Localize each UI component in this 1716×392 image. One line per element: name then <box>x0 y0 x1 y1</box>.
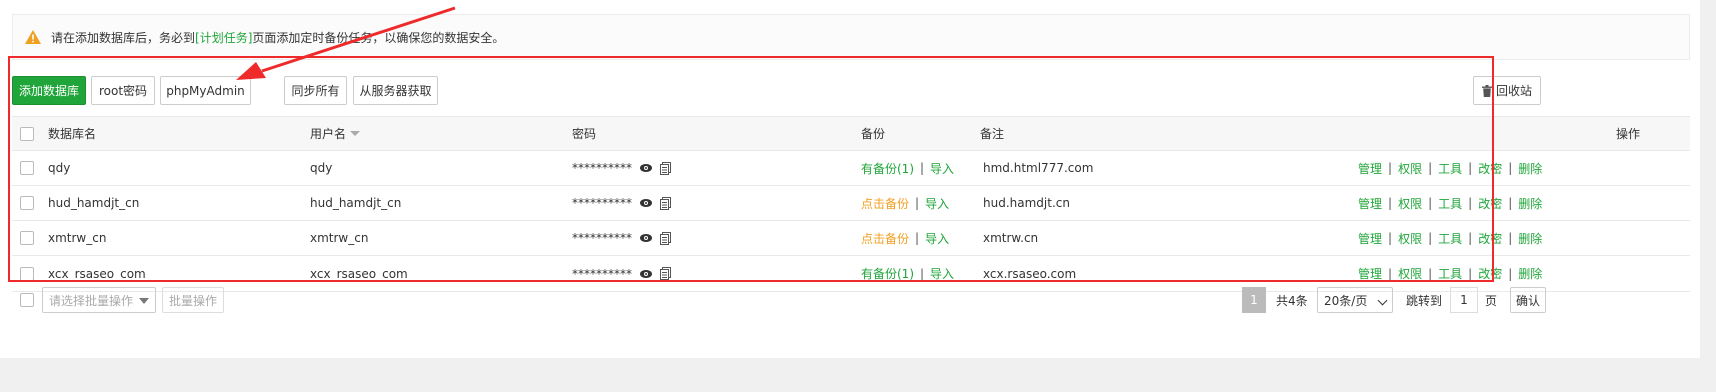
header-name[interactable]: 数据库名 <box>48 117 96 150</box>
manage-link[interactable]: 管理 <box>1358 230 1382 247</box>
header-user[interactable]: 用户名 <box>310 117 361 150</box>
header-ops: 操作 <box>1616 127 1641 141</box>
change-password-link[interactable]: 改密 <box>1478 160 1502 177</box>
root-password-button[interactable]: root密码 <box>91 76 155 105</box>
table-row: xmtrw_cn xmtrw_cn ********** 点击备份 | 导入 xmt… <box>12 221 1690 256</box>
manage-link[interactable]: 管理 <box>1358 160 1382 177</box>
db-user: hud_hamdjt_cn <box>310 196 402 210</box>
import-link[interactable]: 导入 <box>925 230 949 247</box>
backup-status[interactable]: 有备份(1) <box>861 265 914 282</box>
content-panel: 请在添加数据库后，务必到[计划任务]页面添加定时备份任务，以确保您的数据安全。 … <box>0 0 1700 358</box>
backup-status[interactable]: 有备份(1) <box>861 160 914 177</box>
permission-link[interactable]: 权限 <box>1398 230 1422 247</box>
manage-link[interactable]: 管理 <box>1358 265 1382 282</box>
tools-link[interactable]: 工具 <box>1438 230 1462 247</box>
db-password: ********** <box>572 231 632 245</box>
permission-link[interactable]: 权限 <box>1398 160 1422 177</box>
db-password: ********** <box>572 266 632 281</box>
fetch-from-server-button[interactable]: 从服务器获取 <box>353 76 438 105</box>
db-name: hud_hamdjt_cn <box>48 196 140 210</box>
row-ops: 管理 | 权限 | 工具 | 改密 | 删除 <box>1358 195 1543 212</box>
import-link[interactable]: 导入 <box>925 195 949 212</box>
tools-link[interactable]: 工具 <box>1438 195 1462 212</box>
sort-down-icon[interactable] <box>350 131 361 136</box>
db-user: qdy <box>310 161 333 175</box>
delete-link[interactable]: 删除 <box>1518 195 1542 212</box>
manage-link[interactable]: 管理 <box>1358 195 1382 212</box>
notice-bar: 请在添加数据库后，务必到[计划任务]页面添加定时备份任务，以确保您的数据安全。 <box>12 14 1690 60</box>
trash-icon <box>1481 84 1492 97</box>
permission-link[interactable]: 权限 <box>1398 265 1422 282</box>
recycle-bin-button[interactable]: 回收站 <box>1473 76 1541 105</box>
batch-operation-select[interactable]: 请选择批量操作 <box>42 287 156 313</box>
current-page[interactable]: 1 <box>1242 287 1266 313</box>
copy-icon[interactable] <box>660 196 671 210</box>
import-link[interactable]: 导入 <box>930 265 954 282</box>
db-password: ********** <box>572 161 632 175</box>
table-row: qdy qdy ********** 有备份(1) | 导入 hmd.html777… <box>12 151 1690 186</box>
tools-link[interactable]: 工具 <box>1438 160 1462 177</box>
add-database-button[interactable]: 添加数据库 <box>12 76 86 105</box>
permission-link[interactable]: 权限 <box>1398 195 1422 212</box>
jump-page-input[interactable]: 1 <box>1450 287 1478 313</box>
table-row: hud_hamdjt_cn hud_hamdjt_cn ********** 点… <box>12 186 1690 221</box>
row-checkbox[interactable] <box>20 196 34 210</box>
eye-icon[interactable] <box>640 163 652 173</box>
page-unit-label: 页 <box>1485 293 1498 308</box>
row-checkbox[interactable] <box>20 266 34 281</box>
jump-label: 跳转到 <box>1406 293 1443 308</box>
warning-icon <box>25 30 41 44</box>
confirm-button[interactable]: 确认 <box>1510 287 1546 313</box>
delete-link[interactable]: 删除 <box>1518 265 1542 282</box>
header-backup: 备份 <box>861 127 886 141</box>
page-size-select[interactable]: 20条/页 <box>1317 287 1393 313</box>
row-ops: 管理 | 权限 | 工具 | 改密 | 删除 <box>1358 230 1543 247</box>
db-name: qdy <box>48 161 71 175</box>
db-password: ********** <box>572 196 632 210</box>
header-note: 备注 <box>980 127 1005 141</box>
dropdown-caret-icon <box>139 298 149 304</box>
copy-icon[interactable] <box>660 231 671 245</box>
phpmyadmin-button[interactable]: phpMyAdmin <box>160 76 251 105</box>
db-name: xmtrw_cn <box>48 231 107 245</box>
change-password-link[interactable]: 改密 <box>1478 265 1502 282</box>
eye-icon[interactable] <box>640 269 652 279</box>
copy-icon[interactable] <box>660 267 671 280</box>
delete-link[interactable]: 删除 <box>1518 230 1542 247</box>
table-header: 数据库名 用户名 密码 备份 备注 操作 <box>12 116 1690 151</box>
row-checkbox[interactable] <box>20 231 34 245</box>
copy-icon[interactable] <box>660 161 671 175</box>
notice-text: 请在添加数据库后，务必到[计划任务]页面添加定时备份任务，以确保您的数据安全。 <box>51 30 505 45</box>
db-note[interactable]: hmd.html777.com <box>983 151 1093 185</box>
backup-status[interactable]: 点击备份 <box>861 195 909 212</box>
eye-icon[interactable] <box>640 198 652 208</box>
tools-link[interactable]: 工具 <box>1438 265 1462 282</box>
import-link[interactable]: 导入 <box>930 160 954 177</box>
cron-task-link[interactable]: [计划任务] <box>195 31 252 45</box>
total-count: 共4条 <box>1276 293 1308 308</box>
footer-select-all-checkbox[interactable] <box>20 293 34 307</box>
table-footer: 请选择批量操作 批量操作 1 共4条 20条/页 跳转到 1 页 确认 <box>0 286 1700 316</box>
row-ops: 管理 | 权限 | 工具 | 改密 | 删除 <box>1358 160 1543 177</box>
eye-icon[interactable] <box>640 233 652 243</box>
header-password: 密码 <box>572 127 597 141</box>
db-note[interactable]: xmtrw.cn <box>983 221 1038 255</box>
chevron-down-icon <box>1377 295 1388 306</box>
change-password-link[interactable]: 改密 <box>1478 195 1502 212</box>
backup-status[interactable]: 点击备份 <box>861 230 909 247</box>
db-note[interactable]: hud.hamdjt.cn <box>983 186 1070 220</box>
sync-all-button[interactable]: 同步所有 <box>284 76 347 105</box>
change-password-link[interactable]: 改密 <box>1478 230 1502 247</box>
row-checkbox[interactable] <box>20 161 34 175</box>
select-all-checkbox[interactable] <box>20 126 34 141</box>
db-user: xmtrw_cn <box>310 231 369 245</box>
delete-link[interactable]: 删除 <box>1518 160 1542 177</box>
recycle-bin-label: 回收站 <box>1495 84 1532 98</box>
batch-operation-button[interactable]: 批量操作 <box>162 287 224 313</box>
